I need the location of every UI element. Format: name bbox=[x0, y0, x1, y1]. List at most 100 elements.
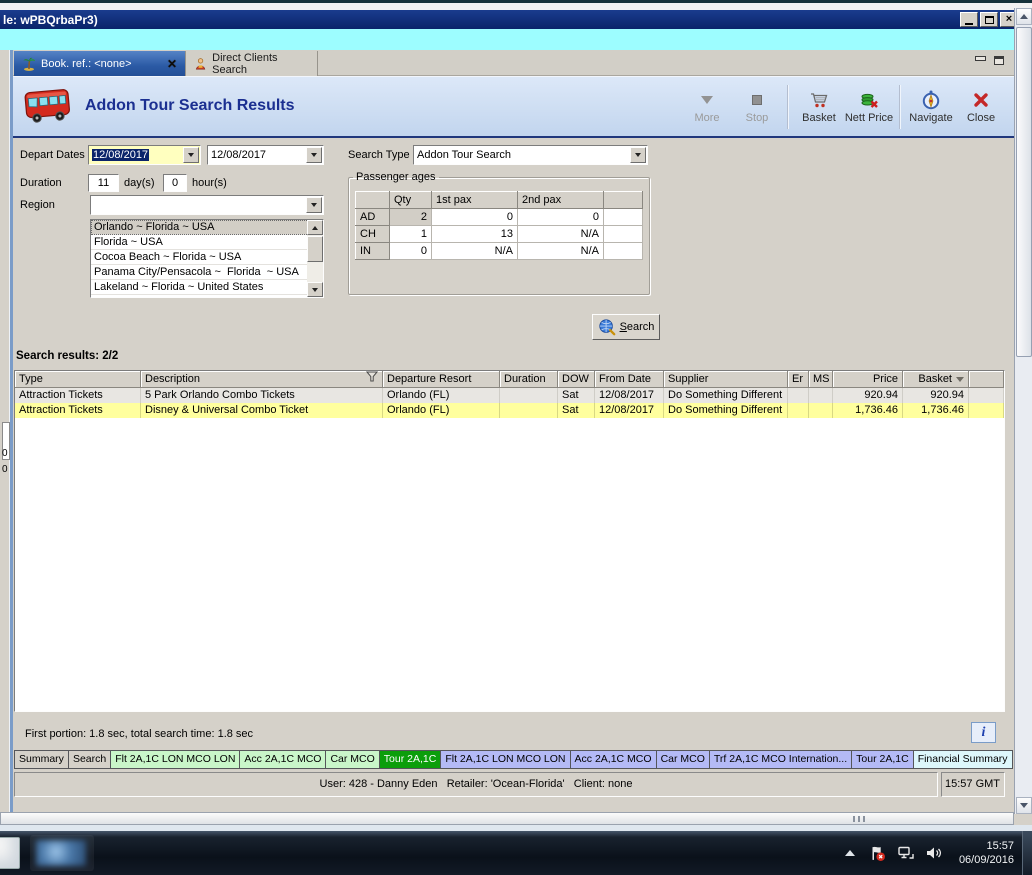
background-fragment-text: 0 bbox=[2, 464, 8, 475]
search-type-select[interactable]: Addon Tour Search bbox=[413, 145, 648, 165]
pax-qty-cell[interactable]: 1 bbox=[389, 225, 432, 243]
scroll-up-button[interactable] bbox=[307, 220, 323, 235]
column-header-filler bbox=[969, 371, 1004, 388]
tab-car-1[interactable]: Car MCO bbox=[325, 750, 380, 769]
tab-close-icon[interactable]: ✕ bbox=[167, 57, 177, 71]
region-option[interactable]: Orlando ~ Florida ~ USA bbox=[91, 220, 309, 235]
tab-flight-1[interactable]: Flt 2A,1C LON MCO LON bbox=[110, 750, 241, 769]
maximize-button[interactable] bbox=[980, 12, 998, 27]
tab-accommodation-2[interactable]: Acc 2A,1C MCO bbox=[569, 750, 657, 769]
filter-funnel-icon[interactable] bbox=[365, 371, 379, 387]
tab-direct-clients-search[interactable]: Direct Clients Search bbox=[186, 51, 318, 76]
vertical-scrollbar-thumb[interactable] bbox=[1016, 27, 1032, 357]
column-header-from-date[interactable]: From Date bbox=[595, 371, 664, 388]
pax-row-header: CH bbox=[355, 225, 390, 243]
tab-flight-2[interactable]: Flt 2A,1C LON MCO LON bbox=[440, 750, 571, 769]
scrollbar-grip-icon[interactable] bbox=[853, 816, 867, 822]
column-header-dow[interactable]: DOW bbox=[558, 371, 595, 388]
column-header-er[interactable]: Er bbox=[788, 371, 809, 388]
tab-transfer[interactable]: Trf 2A,1C MCO Internation... bbox=[708, 750, 853, 769]
pax-qty-cell[interactable]: 2 bbox=[389, 208, 432, 226]
region-list-scrollbar[interactable] bbox=[307, 220, 323, 297]
volume-icon[interactable] bbox=[925, 844, 943, 862]
result-row-selected[interactable]: Attraction Tickets Disney & Universal Co… bbox=[15, 403, 1004, 418]
nett-price-button[interactable]: Nett Price bbox=[844, 81, 894, 133]
cell-resort: Orlando (FL) bbox=[383, 403, 500, 418]
results-table-header: Type Description Departure Resort Durati… bbox=[15, 371, 1004, 388]
mdi-restore-button[interactable] bbox=[994, 56, 1004, 65]
duration-days-input[interactable]: 11 bbox=[88, 174, 119, 192]
window-title: le: wPBQrbaPr3) bbox=[3, 12, 98, 27]
cell-description: Disney & Universal Combo Ticket bbox=[141, 403, 383, 418]
minimize-button[interactable] bbox=[960, 12, 978, 27]
column-header-duration[interactable]: Duration bbox=[500, 371, 558, 388]
pax-age-cell[interactable]: 0 bbox=[431, 208, 518, 226]
tab-financial-summary[interactable]: Financial Summary bbox=[912, 750, 1013, 769]
tab-search[interactable]: Search bbox=[67, 750, 112, 769]
network-icon[interactable] bbox=[897, 844, 915, 862]
column-header-description[interactable]: Description bbox=[141, 371, 383, 388]
horizontal-scrollbar[interactable] bbox=[0, 812, 1014, 825]
column-header-supplier[interactable]: Supplier bbox=[664, 371, 788, 388]
depart-date-from-field[interactable]: 12/08/2017 bbox=[88, 145, 201, 165]
tab-car-2[interactable]: Car MCO bbox=[655, 750, 710, 769]
scroll-up-button[interactable] bbox=[1016, 8, 1032, 25]
depart-date-from-value: 12/08/2017 bbox=[92, 149, 150, 161]
document-icon[interactable] bbox=[0, 837, 20, 869]
depart-date-to-field[interactable]: 12/08/2017 bbox=[207, 145, 324, 165]
tab-accommodation-1[interactable]: Acc 2A,1C MCO bbox=[239, 750, 327, 769]
action-center-flag-icon[interactable] bbox=[869, 844, 887, 862]
duration-hours-input[interactable]: 0 bbox=[163, 174, 187, 192]
pax-col-qty: Qty bbox=[389, 191, 432, 209]
pax-qty-cell[interactable]: 0 bbox=[389, 242, 432, 260]
pax-filler-cell bbox=[603, 208, 643, 226]
tab-tour-2[interactable]: Tour 2A,1C bbox=[851, 750, 914, 769]
show-desktop-button[interactable] bbox=[1022, 831, 1032, 875]
column-header-departure-resort[interactable]: Departure Resort bbox=[383, 371, 500, 388]
depart-date-to-value: 12/08/2017 bbox=[211, 149, 267, 161]
tab-tour-1-selected[interactable]: Tour 2A,1C bbox=[378, 750, 442, 769]
close-button[interactable]: Close bbox=[956, 81, 1006, 133]
scroll-down-button[interactable] bbox=[1016, 797, 1032, 814]
cell-basket: 920.94 bbox=[903, 388, 969, 403]
region-option[interactable]: Cocoa Beach ~ Florida ~ USA bbox=[91, 250, 309, 265]
tab-summary[interactable]: Summary bbox=[14, 750, 69, 769]
info-button[interactable]: i bbox=[971, 722, 996, 743]
search-type-value: Addon Tour Search bbox=[417, 149, 511, 161]
pax-col-filler bbox=[603, 191, 643, 209]
column-header-basket[interactable]: Basket bbox=[903, 371, 969, 388]
region-select[interactable] bbox=[90, 195, 324, 215]
pax-age-cell[interactable]: N/A bbox=[431, 242, 518, 260]
palm-tree-icon bbox=[23, 57, 35, 71]
column-header-ms[interactable]: MS bbox=[809, 371, 833, 388]
pax-age-cell[interactable]: N/A bbox=[517, 242, 604, 260]
app-thumbnail bbox=[36, 840, 86, 866]
dropdown-button[interactable] bbox=[183, 147, 199, 163]
navigate-button[interactable]: Navigate bbox=[906, 81, 956, 133]
dropdown-arrow-icon bbox=[311, 203, 317, 207]
mdi-minimize-button[interactable] bbox=[975, 56, 986, 65]
dropdown-button[interactable] bbox=[630, 147, 646, 163]
scroll-down-button[interactable] bbox=[307, 282, 323, 297]
search-button[interactable]: Search bbox=[592, 314, 660, 340]
region-option[interactable]: Florida ~ USA bbox=[91, 235, 309, 250]
column-header-type[interactable]: Type bbox=[15, 371, 141, 388]
pax-age-cell[interactable]: 0 bbox=[517, 208, 604, 226]
column-header-price[interactable]: Price bbox=[833, 371, 903, 388]
pax-row-child: CH 1 13 N/A bbox=[355, 225, 643, 243]
tab-booking-ref[interactable]: Book. ref.: <none> ✕ bbox=[14, 51, 186, 76]
region-list-scrollbar-thumb[interactable] bbox=[307, 236, 323, 262]
basket-button[interactable]: Basket bbox=[794, 81, 844, 133]
dropdown-button[interactable] bbox=[306, 197, 322, 213]
region-option[interactable]: Lakeland ~ Florida ~ United States bbox=[91, 280, 309, 295]
show-hidden-icons-button[interactable] bbox=[841, 844, 859, 862]
pax-age-cell[interactable]: 13 bbox=[431, 225, 518, 243]
region-option-partial[interactable] bbox=[91, 295, 309, 297]
region-option[interactable]: Panama City/Pensacola ~ Florida ~ USA bbox=[91, 265, 309, 280]
taskbar-clock[interactable]: 15:57 06/09/2016 bbox=[953, 839, 1014, 867]
taskbar-app-button[interactable] bbox=[30, 835, 94, 871]
vertical-scrollbar[interactable] bbox=[1014, 8, 1032, 814]
dropdown-button[interactable] bbox=[306, 147, 322, 163]
result-row[interactable]: Attraction Tickets 5 Park Orlando Combo … bbox=[15, 388, 1004, 403]
pax-age-cell[interactable]: N/A bbox=[517, 225, 604, 243]
